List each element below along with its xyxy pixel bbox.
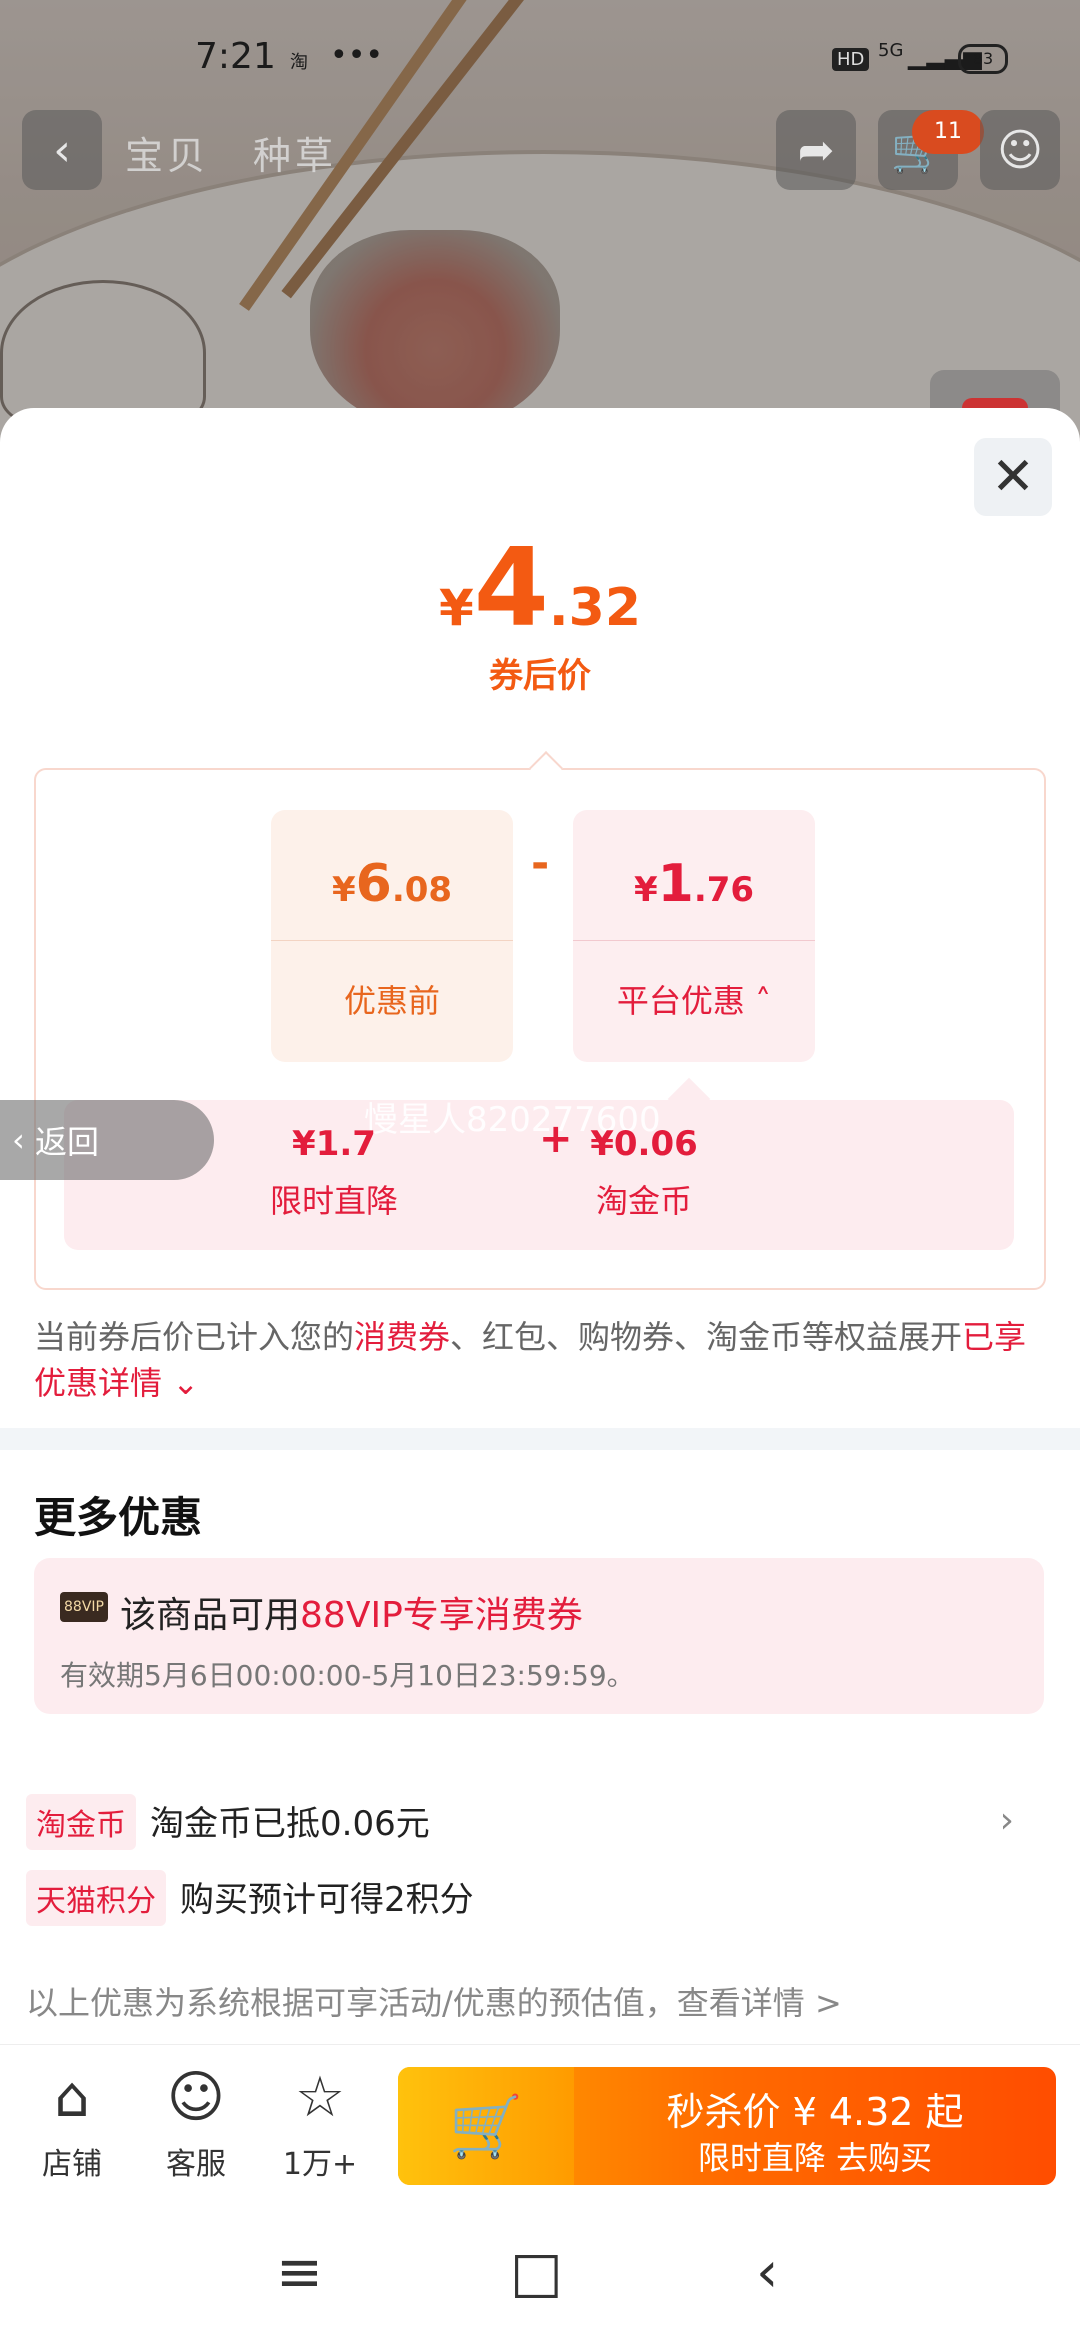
flash-label: 限时直降 [269,1182,398,1220]
coin-tag: 淘金币 [26,1794,136,1850]
more-discounts-title: 更多优惠 [34,1493,203,1542]
back-icon[interactable]: ‹ [756,2240,778,2305]
coins-value: ¥0.06 [590,1124,698,1164]
discount-decimal: .76 [693,870,755,910]
taobao-notification-icon: 淘 [290,52,308,73]
chevron-down-icon: ⌄ [172,1364,199,1402]
chevron-right-icon: › [999,1800,1014,1841]
final-price-label: 券后价 [489,656,591,696]
vip-highlight: 88VIP专享消费券 [300,1595,583,1636]
discount-integer: 1 [657,854,694,914]
tab-grass[interactable]: 种草 [253,134,337,178]
original-label: 优惠前 [343,982,440,1020]
points-text: 购买预计可得2积分 [180,1880,474,1920]
vip-coupon-card[interactable]: 88VIP 该商品可用88VIP专享消费券 有效期5月6日00:00:00-5月… [34,1558,1044,1714]
points-tag: 天猫积分 [26,1870,166,1926]
platform-discount-card[interactable]: ¥1.76 平台优惠 ˄ [573,810,815,1062]
original-integer: 6 [355,854,392,914]
service-button[interactable]: ☺ 客服 [146,2065,246,2183]
back-float-button[interactable]: ‹ 返回 [0,1100,214,1180]
more-button[interactable]: ☺ [980,110,1060,190]
note-text: 、红包、购物券、淘金币等权益展开 [450,1318,963,1356]
chevron-up-icon: ˄ [755,982,772,1020]
more-notifications-icon: ••• [330,38,384,73]
tab-item[interactable]: 宝贝 [125,134,209,178]
original-currency: ¥ [331,870,356,910]
section-divider [0,1428,1080,1450]
breakdown-item-coins: ¥0.06 淘金币 [584,1124,704,1222]
bottom-action-bar: ⌂ 店铺 ☺ 客服 ☆ 1万+ 🛒 秒杀价 ¥ 4.32 起 限时直降 去购买 [0,2044,1080,2201]
product-tabs: 宝贝 种草 [125,125,381,180]
note-coupon: 消费券 [354,1318,451,1356]
status-bar: 7:21 淘 ••• HD 5G ▁▂▃▅ 83 [0,36,1080,86]
hd-icon: HD [832,48,870,71]
price-note: 当前券后价已计入您的消费券、红包、购物券、淘金币等权益展开已享优惠详情 ⌄ [34,1314,1044,1406]
coin-row[interactable]: 淘金币 淘金币已抵0.06元 › [26,1794,1054,1850]
minus-sign: - [531,838,550,889]
home-square-icon[interactable]: □ [510,2240,563,2305]
flash-sale-price: 秒杀价 ¥ 4.32 起 [666,2090,964,2134]
favorite-button[interactable]: ☆ 1万+ [270,2065,370,2183]
original-decimal: .08 [391,870,453,910]
coins-label: 淘金币 [595,1182,692,1220]
note-text: 当前券后价已计入您的 [34,1318,355,1356]
coin-text: 淘金币已抵0.06元 [150,1804,430,1844]
price-breakdown-box: ¥6.08 优惠前 - ¥1.76 平台优惠 ˄ 慢星人820277600 ¥1… [34,751,1046,1290]
points-row: 天猫积分 购买预计可得2积分 [26,1870,474,1926]
menu-icon[interactable]: ≡ [276,2240,323,2305]
share-button[interactable]: ➦ [776,110,856,190]
cart-plus-icon: 🛒 [448,2091,524,2162]
more-face-icon: ☺ [997,124,1043,176]
star-icon: ☆ [294,2065,346,2130]
plus-sign: + [539,1116,573,1162]
favorite-count: 1万+ [282,2147,358,2182]
chevron-left-icon: ‹ [12,1121,25,1159]
service-label: 客服 [166,2147,226,2182]
service-face-icon: ☺ [166,2065,226,2130]
discount-currency: ¥ [633,870,658,910]
chevron-left-icon: ‹ [53,124,71,176]
shop-icon: ⌂ [54,2065,90,2130]
flash-value: ¥1.7 [292,1124,376,1164]
network-type: 5G [878,40,904,61]
status-time: 7:21 [195,36,276,77]
buy-now-label: 限时直降 去购买 [697,2139,933,2177]
price-decimal: .32 [548,578,642,638]
share-icon: ➦ [797,124,835,176]
breakdown-item-flash: ¥1.7 限时直降 [254,1124,414,1222]
cart-count-badge: 11 [912,110,984,154]
final-price: ¥4.32 [0,526,1080,651]
shop-button[interactable]: ⌂ 店铺 [22,2065,122,2183]
back-arrow-button[interactable]: ‹ [22,110,102,190]
original-price-card: ¥6.08 优惠前 [271,810,513,1062]
price-integer: 4 [473,526,549,651]
estimate-footnote-link[interactable]: 以上优惠为系统根据可享活动/优惠的预估值，查看详情 > [26,1978,842,2024]
battery-icon: 83 [958,44,1008,74]
vip-text: 该商品可用 [120,1595,301,1636]
back-label: 返回 [34,1123,99,1161]
system-navigation-bar: ≡ □ ‹ [0,2220,1080,2340]
close-icon: ✕ [991,447,1035,507]
discount-label: 平台优惠 [616,982,745,1020]
88vip-badge: 88VIP [60,1592,108,1622]
price-currency: ¥ [438,579,474,637]
shop-label: 店铺 [42,2147,102,2182]
add-to-cart-button[interactable]: 🛒 [398,2067,574,2185]
buy-button[interactable]: 🛒 秒杀价 ¥ 4.32 起 限时直降 去购买 [398,2067,1056,2185]
close-button[interactable]: ✕ [974,438,1052,516]
vip-validity: 有效期5月6日00:00:00-5月10日23:59:59。 [60,1659,635,1692]
